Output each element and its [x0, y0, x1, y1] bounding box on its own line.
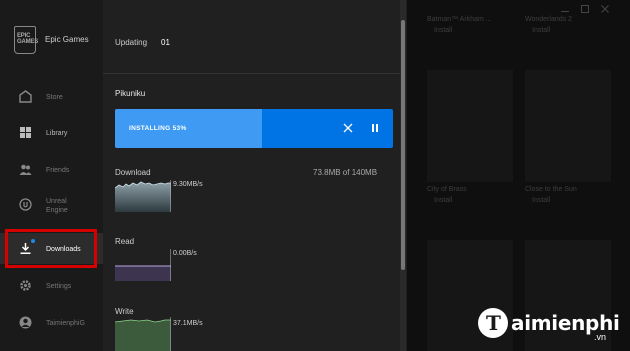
pause-icon[interactable]	[370, 123, 380, 133]
read-rate: 0.00B/s	[173, 250, 197, 257]
game-title: Pikuniku	[115, 89, 146, 98]
read-graph	[115, 249, 171, 281]
sidebar-item-friends[interactable]: Friends	[0, 158, 103, 182]
sidebar-item-account[interactable]: TaimienphiG	[0, 311, 103, 335]
minimize-icon[interactable]	[560, 4, 570, 14]
game-title: Batman™ Arkham ...	[427, 16, 492, 23]
sidebar: EPIC GAMES Epic Games Store Library Frie…	[0, 0, 103, 351]
store-icon	[19, 90, 32, 103]
game-status: Install	[532, 27, 551, 34]
write-rate: 37.1MB/s	[173, 320, 203, 327]
sidebar-item-label: Settings	[46, 283, 72, 290]
sidebar-item-label: Unreal Engine	[46, 198, 68, 214]
sidebar-item-store[interactable]: Store	[0, 85, 103, 109]
sidebar-item-library[interactable]: Library	[0, 121, 103, 145]
divider	[103, 73, 400, 74]
sidebar-item-unreal-engine[interactable]: Unreal Engine	[0, 193, 103, 221]
updating-count: 01	[161, 38, 170, 47]
game-title: City of Brass	[427, 186, 467, 193]
scrollbar-thumb[interactable]	[401, 20, 405, 270]
sidebar-item-label: Store	[46, 94, 63, 101]
download-label: Download	[115, 168, 151, 177]
sidebar-item-label: Friends	[46, 167, 70, 174]
user-icon	[19, 316, 32, 329]
sidebar-item-label: Library	[46, 130, 68, 137]
friends-icon	[19, 164, 32, 175]
read-label: Read	[115, 237, 135, 246]
game-title: Wonderlands 2	[525, 16, 572, 23]
watermark-logo: T	[478, 308, 508, 338]
updating-label: Updating	[115, 38, 148, 47]
game-tile[interactable]	[427, 70, 513, 182]
cancel-download-icon[interactable]	[343, 123, 353, 133]
game-tile[interactable]	[525, 70, 611, 182]
watermark-mark: T	[486, 311, 501, 335]
library-background	[407, 0, 630, 351]
game-status: Install	[434, 197, 453, 204]
epic-games-logo[interactable]: EPIC GAMES	[14, 26, 39, 54]
progress-label: INSTALLING 53%	[129, 125, 187, 132]
library-icon	[20, 127, 31, 138]
unreal-engine-icon	[19, 198, 32, 211]
maximize-icon[interactable]	[580, 4, 590, 14]
sidebar-item-settings[interactable]: Settings	[0, 274, 103, 298]
gear-icon	[20, 280, 31, 291]
taimienphi-watermark: T aimienphi .vn	[478, 308, 624, 344]
game-title: Close to the Sun	[525, 186, 577, 193]
brand-name: Epic Games	[45, 35, 89, 44]
downloads-highlight-box	[5, 229, 97, 268]
download-graph	[115, 180, 171, 212]
write-graph	[115, 317, 171, 351]
watermark-suffix: .vn	[594, 332, 607, 342]
download-rate: 9.30MB/s	[173, 181, 203, 188]
logo-text: EPIC GAMES	[17, 33, 39, 45]
close-window-icon[interactable]	[600, 4, 610, 14]
sidebar-item-label: TaimienphiG	[46, 320, 85, 327]
game-status: Install	[434, 27, 453, 34]
download-size: 73.8MB of 140MB	[313, 168, 378, 177]
write-label: Write	[115, 307, 134, 316]
game-status: Install	[532, 197, 551, 204]
updating-row: Updating 01	[115, 38, 170, 47]
